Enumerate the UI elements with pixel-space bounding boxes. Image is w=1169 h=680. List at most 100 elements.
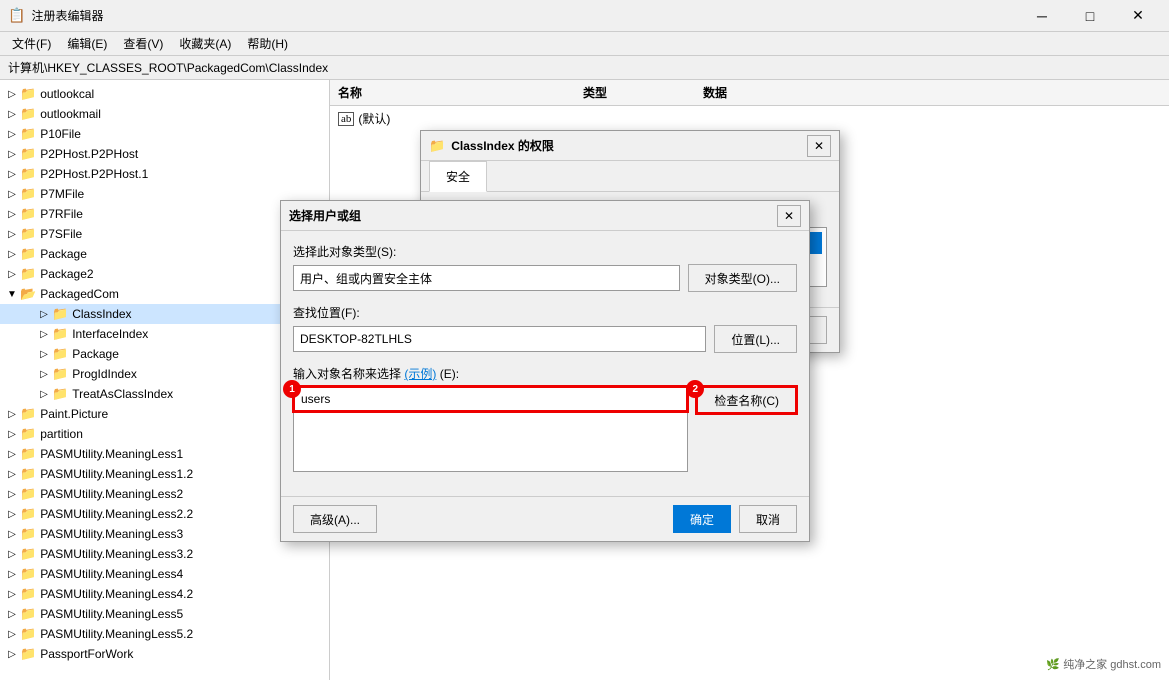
expand-icon[interactable]: ▷ [4,409,20,420]
folder-icon: 📁 [52,386,68,402]
location-input[interactable] [293,326,706,352]
select-dialog-titlebar: 选择用户或组 ✕ [281,201,809,231]
folder-icon: 📁 [20,586,36,602]
tree-item-passportforwork[interactable]: ▷ 📁 PassportForWork [0,644,329,664]
input-name-label: 输入对象名称来选择 (示例) (E): [293,365,797,382]
tree-item-outlookmail[interactable]: ▷ 📁 outlookmail [0,104,329,124]
expand-icon[interactable]: ▷ [4,529,20,540]
folder-icon: 📁 [20,546,36,562]
advanced-button[interactable]: 高级(A)... [293,505,377,533]
users-input[interactable] [293,386,688,412]
folder-icon: 📁 [52,326,68,342]
select-ok-button[interactable]: 确定 [673,505,731,533]
expand-icon[interactable]: ▷ [4,149,20,160]
window-controls: ─ □ ✕ [1019,0,1161,32]
expand-icon[interactable]: ▷ [4,469,20,480]
expand-icon[interactable]: ▷ [36,309,52,320]
location-button[interactable]: 位置(L)... [714,325,797,353]
folder-icon: 📁 [20,646,36,662]
menu-view[interactable]: 查看(V) [115,33,171,54]
folder-icon: 📁 [52,346,68,362]
expand-icon[interactable]: ▷ [4,89,20,100]
expand-icon[interactable]: ▷ [4,429,20,440]
tree-label: P7RFile [40,207,83,221]
expand-icon[interactable]: ▷ [4,229,20,240]
default-label: (默认) [358,110,390,127]
expand-icon[interactable]: ▷ [4,269,20,280]
watermark-url: gdhst.com [1110,659,1161,671]
expand-icon[interactable]: ▷ [4,209,20,220]
expand-icon[interactable]: ▷ [4,569,20,580]
menu-file[interactable]: 文件(F) [4,33,59,54]
maximize-button[interactable]: □ [1067,0,1113,32]
expand-icon[interactable]: ▷ [4,509,20,520]
expand-icon[interactable]: ▷ [4,589,20,600]
folder-icon: 📁 [20,606,36,622]
tree-item-p10file[interactable]: ▷ 📁 P10File [0,124,329,144]
object-type-input[interactable] [293,265,680,291]
folder-icon: 📁 [20,246,36,262]
tree-item-outlookcal[interactable]: ▷ 📁 outlookcal [0,84,329,104]
tree-item-pasm4[interactable]: ▷ 📁 PASMUtility.MeaningLess4 [0,564,329,584]
folder-icon: 📁 [20,446,36,462]
expand-icon[interactable]: ▷ [4,629,20,640]
expand-icon[interactable]: ▷ [4,449,20,460]
select-dialog-footer: 高级(A)... 确定 取消 [281,496,809,541]
tab-security[interactable]: 安全 [429,161,487,192]
expand-icon[interactable]: ▷ [4,109,20,120]
check-name-button[interactable]: 检查名称(C) [696,386,797,414]
select-cancel-button[interactable]: 取消 [739,505,797,533]
object-type-button[interactable]: 对象类型(O)... [688,264,797,292]
expand-icon[interactable]: ▼ [4,289,20,300]
menu-favorites[interactable]: 收藏夹(A) [171,33,239,54]
address-bar: 计算机\HKEY_CLASSES_ROOT\PackagedCom\ClassI… [0,56,1169,80]
minimize-button[interactable]: ─ [1019,0,1065,32]
folder-icon: 📁 [20,206,36,222]
expand-icon[interactable]: ▷ [4,489,20,500]
permissions-close-button[interactable]: ✕ [807,135,831,157]
expand-icon[interactable]: ▷ [4,549,20,560]
expand-icon[interactable]: ▷ [36,369,52,380]
folder-icon: 📁 [20,266,36,282]
tree-label: outlookcal [40,87,94,101]
expand-icon[interactable]: ▷ [36,389,52,400]
expand-icon[interactable]: ▷ [4,609,20,620]
expand-icon[interactable]: ▷ [4,129,20,140]
tree-item-pasm5-2[interactable]: ▷ 📁 PASMUtility.MeaningLess5.2 [0,624,329,644]
input-suffix: (E): [440,367,459,381]
close-button[interactable]: ✕ [1115,0,1161,32]
folder-icon: 📁 [20,466,36,482]
menu-bar: 文件(F) 编辑(E) 查看(V) 收藏夹(A) 帮助(H) [0,32,1169,56]
ab-icon: ab [338,112,354,126]
input-example-link[interactable]: (示例) [404,367,436,381]
tree-item-pasm4-2[interactable]: ▷ 📁 PASMUtility.MeaningLess4.2 [0,584,329,604]
tree-item-pasm5[interactable]: ▷ 📁 PASMUtility.MeaningLess5 [0,604,329,624]
expand-icon[interactable]: ▷ [4,169,20,180]
input-name-row: 输入对象名称来选择 (示例) (E): 1 2 检查名称(C) [293,365,797,472]
expand-icon[interactable]: ▷ [36,329,52,340]
tree-label: PackagedCom [40,287,119,301]
default-row: ab (默认) [330,106,1169,131]
location-row: 查找位置(F): 位置(L)... [293,304,797,353]
tree-label: ClassIndex [72,307,131,321]
expand-icon[interactable]: ▷ [4,249,20,260]
location-label: 查找位置(F): [293,304,797,321]
tree-item-p2phost[interactable]: ▷ 📁 P2PHost.P2PHost [0,144,329,164]
menu-edit[interactable]: 编辑(E) [59,33,115,54]
tree-label: Package [40,247,87,261]
users-textarea[interactable] [293,412,688,472]
tree-label: PASMUtility.MeaningLess4.2 [40,587,193,601]
permissions-folder-icon: 📁 [429,138,445,154]
expand-icon[interactable]: ▷ [4,189,20,200]
expand-icon[interactable]: ▷ [4,649,20,660]
tree-item-pasm3-2[interactable]: ▷ 📁 PASMUtility.MeaningLess3.2 [0,544,329,564]
select-close-button[interactable]: ✕ [777,205,801,227]
folder-icon: 📁 [52,366,68,382]
menu-help[interactable]: 帮助(H) [239,33,296,54]
main-content: ▷ 📁 outlookcal ▷ 📁 outlookmail ▷ 📁 P10Fi… [0,80,1169,680]
folder-icon: 📁 [20,146,36,162]
tree-item-p2phost1[interactable]: ▷ 📁 P2PHost.P2PHost.1 [0,164,329,184]
permissions-dialog-title: ClassIndex 的权限 [451,137,807,154]
expand-icon[interactable]: ▷ [36,349,52,360]
tree-label: PASMUtility.MeaningLess2 [40,487,183,501]
